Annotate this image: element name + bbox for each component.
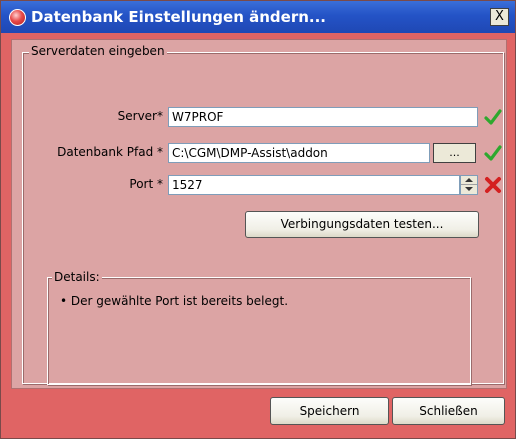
port-label: Port *: [129, 177, 163, 191]
server-valid-check-icon: [484, 109, 502, 125]
server-input[interactable]: W7PROF: [168, 107, 478, 127]
db-path-valid-check-icon: [484, 145, 502, 161]
dialog-content: Serverdaten eingeben Server* W7PROF Date…: [11, 39, 507, 389]
spin-down-icon[interactable]: [461, 185, 477, 194]
window-title: Datenbank Einstellungen ändern...: [31, 8, 327, 26]
spin-up-icon[interactable]: [461, 176, 477, 185]
port-invalid-x-icon: [485, 177, 501, 193]
close-button[interactable]: Schließen: [392, 397, 505, 425]
server-group: Serverdaten eingeben Server* W7PROF Date…: [22, 44, 504, 385]
details-group: Details: • Der gewählte Port ist bereits…: [47, 270, 471, 385]
browse-button[interactable]: ...: [433, 143, 476, 163]
server-label: Server*: [117, 109, 163, 123]
test-connection-button[interactable]: Verbingungsdaten testen...: [245, 211, 479, 238]
db-path-label: Datenbank Pfad *: [57, 145, 163, 159]
settings-dialog: Datenbank Einstellungen ändern... X Serv…: [0, 0, 516, 439]
details-message-text: Der gewählte Port ist bereits belegt.: [70, 294, 289, 308]
port-input[interactable]: 1527: [168, 175, 460, 195]
window-close-button[interactable]: X: [490, 8, 509, 26]
port-spinner[interactable]: [460, 175, 478, 195]
bullet-icon: •: [60, 294, 68, 308]
title-bar[interactable]: Datenbank Einstellungen ändern... X: [1, 1, 515, 33]
dialog-footer: Speichern Schließen: [1, 389, 515, 438]
details-message: • Der gewählte Port ist bereits belegt.: [60, 294, 288, 308]
db-path-input[interactable]: C:\CGM\DMP-Assist\addon: [168, 143, 430, 163]
server-group-legend: Serverdaten eingeben: [29, 44, 167, 58]
app-logo-icon: [9, 9, 26, 26]
details-legend: Details:: [52, 270, 102, 284]
save-button[interactable]: Speichern: [270, 397, 389, 425]
